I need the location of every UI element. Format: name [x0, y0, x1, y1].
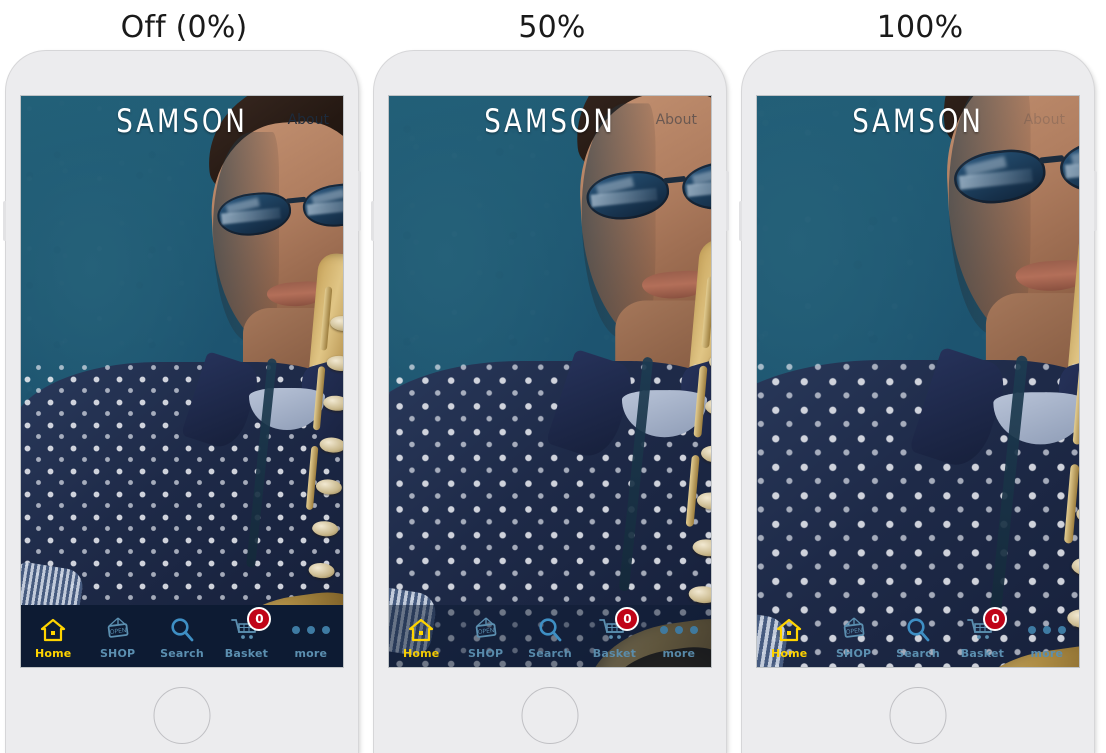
tab-label: SHOP [467, 647, 504, 660]
panel-50: 50% SAMSON About Home OPEN SHOP Search 0… [368, 0, 736, 753]
about-link[interactable]: About [1024, 112, 1065, 128]
panel-title: Off (0%) [120, 10, 248, 45]
power-button [1094, 171, 1097, 231]
phone-mockup: SAMSON About Home OPEN SHOP Search 0 Bas… [3, 51, 361, 753]
tab-basket[interactable]: 0 Basket [214, 605, 278, 667]
device-home-button[interactable] [889, 687, 947, 744]
phone-mockup: SAMSON About Home OPEN SHOP Search 0 Bas… [739, 51, 1097, 753]
tab-home[interactable]: Home [757, 605, 821, 667]
device-home-button[interactable] [153, 687, 211, 744]
open-sign-icon: OPEN [472, 616, 500, 644]
tab-more[interactable]: more [647, 605, 711, 667]
panel-100: 100% SAMSON About Home OPEN SHOP Search … [736, 0, 1104, 753]
tab-label: Basket [960, 647, 1005, 660]
panel-title: 50% [518, 10, 586, 45]
tab-basket[interactable]: 0 Basket [950, 605, 1014, 667]
tab-label: Search [528, 647, 572, 660]
open-sign-icon: OPEN [840, 616, 868, 644]
phone-screen: SAMSON About Home OPEN SHOP Search 0 Bas… [21, 96, 343, 667]
phone-mockup: SAMSON About Home OPEN SHOP Search 0 Bas… [371, 51, 729, 753]
tab-home[interactable]: Home [21, 605, 85, 667]
tab-label: SHOP [99, 647, 136, 660]
open-sign-icon: OPEN [104, 616, 132, 644]
tab-basket[interactable]: 0 Basket [582, 605, 646, 667]
ellipsis-icon [659, 616, 698, 644]
bottom-tab-bar: Home OPEN SHOP Search 0 Basket more [21, 605, 343, 667]
ellipsis-icon [1027, 616, 1066, 644]
bottom-tab-bar: Home OPEN SHOP Search 0 Basket more [389, 605, 711, 667]
tab-label: Home [770, 647, 808, 660]
tab-shop[interactable]: OPEN SHOP [453, 605, 517, 667]
hero-photo [21, 96, 343, 667]
shopping-cart-icon: 0 [599, 607, 640, 644]
home-icon [776, 616, 802, 644]
magnifier-icon [169, 616, 195, 644]
power-button [726, 171, 729, 231]
hero-photo [389, 96, 711, 667]
panel-title: 100% [876, 10, 964, 45]
device-home-button[interactable] [521, 687, 579, 744]
tab-label: more [294, 647, 328, 660]
volume-buttons [739, 201, 742, 241]
comparison-stage: Off (0%) SAMSON About Home OPEN SHOP Sea… [0, 0, 1106, 753]
tab-label: SHOP [835, 647, 872, 660]
tab-label: Search [160, 647, 204, 660]
basket-count-badge: 0 [615, 607, 640, 631]
shopping-cart-icon: 0 [231, 607, 272, 644]
tab-search[interactable]: Search [518, 605, 582, 667]
volume-buttons [3, 201, 6, 241]
phone-screen: SAMSON About Home OPEN SHOP Search 0 Bas… [757, 96, 1079, 667]
tab-home[interactable]: Home [389, 605, 453, 667]
volume-buttons [371, 201, 374, 241]
magnifier-icon [537, 616, 563, 644]
app-header: SAMSON About [757, 96, 1079, 150]
tab-label: Basket [592, 647, 637, 660]
tab-label: more [662, 647, 696, 660]
tab-search[interactable]: Search [150, 605, 214, 667]
tab-more[interactable]: more [279, 605, 343, 667]
home-icon [408, 616, 434, 644]
power-button [358, 171, 361, 231]
tab-shop[interactable]: OPEN SHOP [85, 605, 149, 667]
tab-label: Home [402, 647, 440, 660]
tab-label: Home [34, 647, 72, 660]
magnifier-icon [905, 616, 931, 644]
basket-count-badge: 0 [983, 607, 1008, 631]
app-header: SAMSON About [389, 96, 711, 150]
bottom-tab-bar: Home OPEN SHOP Search 0 Basket more [757, 605, 1079, 667]
basket-count-badge: 0 [247, 607, 272, 631]
about-link[interactable]: About [656, 112, 697, 128]
phone-screen: SAMSON About Home OPEN SHOP Search 0 Bas… [389, 96, 711, 667]
home-icon [40, 616, 66, 644]
tab-search[interactable]: Search [886, 605, 950, 667]
ellipsis-icon [291, 616, 330, 644]
tab-more[interactable]: more [1015, 605, 1079, 667]
hero-photo [757, 96, 1079, 667]
tab-label: more [1030, 647, 1064, 660]
tab-label: Basket [224, 647, 269, 660]
tab-label: Search [896, 647, 940, 660]
shopping-cart-icon: 0 [967, 607, 1008, 644]
app-header: SAMSON About [21, 96, 343, 150]
about-link[interactable]: About [288, 112, 329, 128]
panel-off: Off (0%) SAMSON About Home OPEN SHOP Sea… [0, 0, 368, 753]
tab-shop[interactable]: OPEN SHOP [821, 605, 885, 667]
